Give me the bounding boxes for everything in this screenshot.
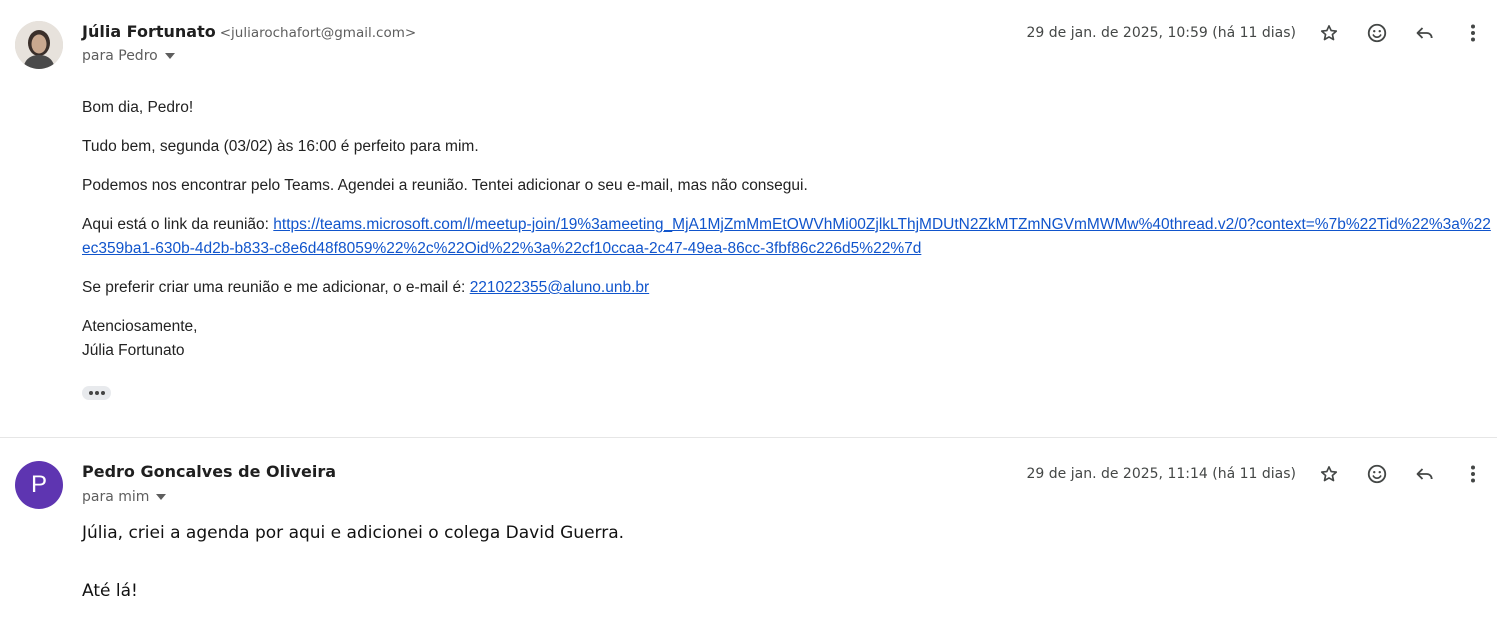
signature-block: Atenciosamente, Júlia Fortunato [82,315,1492,363]
sender-name[interactable]: Júlia Fortunato <juliarochafort@gmail.com… [82,22,416,41]
more-vert-icon [1471,465,1475,483]
email-line: Se preferir criar uma reunião e me adici… [82,276,1492,300]
recipient-line: para Pedro [82,48,175,64]
message-actions [1305,456,1497,492]
show-trimmed-content-button[interactable] [82,386,111,400]
reply-button[interactable] [1401,15,1449,51]
sender-email: <juliarochafort@gmail.com> [219,25,417,41]
closing: Atenciosamente, [82,318,198,335]
message-body: Júlia, criei a agenda por aqui e adicion… [82,522,624,638]
recipient-line: para mim [82,489,167,505]
body-line-1: Júlia, criei a agenda por aqui e adicion… [82,523,625,543]
email-link[interactable]: 221022355@aluno.unb.br [470,279,650,296]
reply-button[interactable] [1401,456,1449,492]
greeting: Bom dia, Pedro! [82,99,194,116]
reply-icon [1416,468,1433,480]
recipient-text: para mim [82,489,150,505]
caret-down-icon[interactable] [156,494,167,500]
meeting-link[interactable]: https://teams.microsoft.com/l/meetup-joi… [82,216,1491,257]
star-icon [1320,466,1338,482]
emoji-icon [1367,23,1387,43]
emoji-button[interactable] [1353,456,1401,492]
caret-down-icon[interactable] [164,53,175,59]
sender-name[interactable]: Pedro Goncalves de Oliveira [82,462,336,481]
reply-icon [1416,27,1433,39]
sender-name-text: Júlia Fortunato [82,22,216,41]
body-line-1: Tudo bem, segunda (03/02) às 16:00 é per… [82,138,479,155]
sender-avatar[interactable]: P [15,461,63,509]
sender-avatar[interactable] [15,21,63,69]
recipient-text: para Pedro [82,48,158,64]
more-button[interactable] [1449,456,1497,492]
message-2: P Pedro Goncalves de Oliveira para mim 2… [0,437,1497,608]
signature: Júlia Fortunato [82,342,185,359]
message-date: 29 de jan. de 2025, 10:59 (há 11 dias) [1026,25,1296,41]
star-icon [1320,25,1338,41]
message-actions [1305,15,1497,51]
email-prefix: Se preferir criar uma reunião e me adici… [82,279,470,296]
more-button[interactable] [1449,15,1497,51]
meeting-link-line: Aqui está o link da reunião: https://tea… [82,213,1492,261]
emoji-button[interactable] [1353,15,1401,51]
message-body: Bom dia, Pedro! Tudo bem, segunda (03/02… [82,96,1492,378]
star-button[interactable] [1305,15,1353,51]
link-prefix: Aqui está o link da reunião: [82,216,274,233]
star-button[interactable] [1305,456,1353,492]
body-line-2: Podemos nos encontrar pelo Teams. Agende… [82,177,808,194]
message-date: 29 de jan. de 2025, 11:14 (há 11 dias) [1026,466,1296,482]
message-1: Júlia Fortunato <juliarochafort@gmail.com… [0,0,1497,437]
emoji-icon [1367,464,1387,484]
more-vert-icon [1471,24,1475,42]
body-line-2: Até lá! [82,581,138,601]
